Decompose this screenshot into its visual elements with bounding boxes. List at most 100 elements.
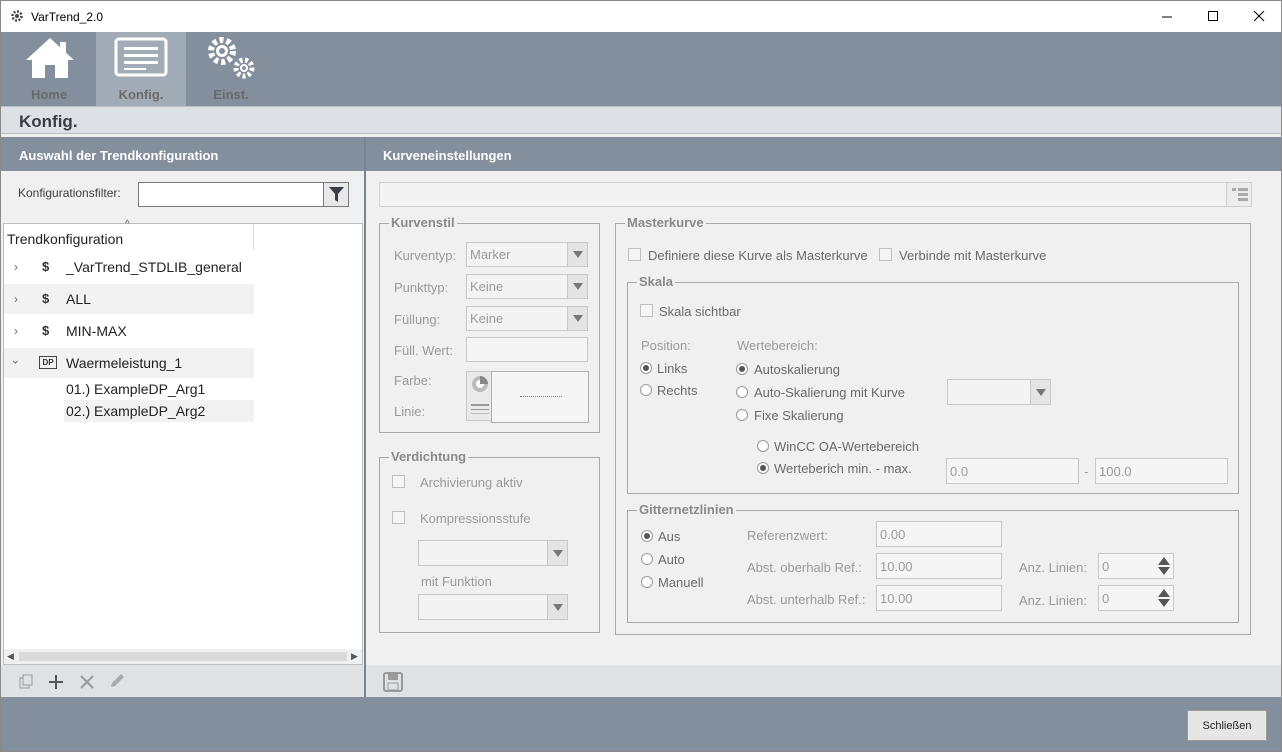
trend-config-tree[interactable]: Trendkonfiguration ^ › $ _VarTrend_STDLI…: [3, 219, 363, 665]
preview-line: [520, 396, 562, 397]
maximize-button[interactable]: [1190, 1, 1236, 32]
chevron-right-icon[interactable]: ›: [14, 324, 18, 338]
kompression-checkbox[interactable]: [392, 511, 405, 524]
close-button[interactable]: Schließen: [1187, 710, 1267, 741]
minmax-label: Werteberich min. - max.: [774, 461, 912, 476]
fuellung-label: Füllung:: [394, 312, 441, 327]
nav-home[interactable]: Home: [4, 32, 94, 106]
verdichtung-title: Verdichtung: [389, 449, 469, 464]
manuell-label: Manuell: [658, 575, 704, 590]
sort-caret-icon[interactable]: ^: [125, 219, 130, 230]
kompression-select[interactable]: [418, 540, 568, 566]
archivierung-checkbox[interactable]: [392, 475, 405, 488]
tree-item[interactable]: › $ _VarTrend_STDLIB_general: [4, 252, 254, 282]
connect-master-checkbox[interactable]: [879, 248, 892, 261]
anz-linien-stepper-2[interactable]: 0: [1098, 585, 1174, 611]
skala-visible-checkbox[interactable]: [640, 304, 653, 317]
minmax-radio[interactable]: [757, 462, 769, 474]
delete-icon[interactable]: [79, 674, 95, 690]
chevron-down-icon[interactable]: ›: [9, 360, 23, 364]
spin-arrows-icon[interactable]: [1157, 588, 1171, 608]
curve-selector-field[interactable]: [379, 182, 1251, 207]
tree-item[interactable]: › DP Waermeleistung_1: [4, 348, 254, 378]
above-input[interactable]: 10.00: [876, 553, 1002, 579]
nav-konfig[interactable]: Konfig.: [96, 32, 186, 106]
fixe-skalierung-radio[interactable]: [736, 409, 748, 421]
page-header: Konfig.: [1, 106, 1281, 134]
funktion-select[interactable]: [418, 594, 568, 620]
gitter-title: Gitternetzlinien: [637, 502, 736, 517]
manuell-radio[interactable]: [641, 576, 653, 588]
right-panel-header: Kurveneinstellungen: [366, 137, 1281, 171]
save-icon[interactable]: [383, 672, 403, 692]
kurvenstil-title: Kurvenstil: [389, 215, 457, 230]
masterkurve-title: Masterkurve: [625, 215, 706, 230]
auto-kurve-select[interactable]: [947, 379, 1051, 405]
below-input[interactable]: 10.00: [876, 585, 1002, 611]
anz-linien-stepper-1[interactable]: 0: [1098, 553, 1174, 579]
tree-child-label: 02.) ExampleDP_Arg2: [66, 403, 206, 419]
referenzwert-input[interactable]: 0.00: [876, 521, 1002, 547]
fuell-wert-input[interactable]: [466, 337, 588, 362]
min-input[interactable]: 0.0: [946, 458, 1079, 484]
max-input[interactable]: 100.0: [1095, 458, 1228, 484]
copy-icon[interactable]: [18, 674, 34, 690]
tree-child-item[interactable]: 01.) ExampleDP_Arg1: [64, 378, 254, 400]
script-dollar-icon: $: [42, 259, 50, 274]
settings-gears-icon: [208, 37, 255, 79]
referenzwert-label: Referenzwert:: [747, 528, 828, 543]
define-master-checkbox[interactable]: [628, 248, 641, 261]
aus-label: Aus: [658, 529, 681, 544]
kompression-label: Kompressionsstufe: [420, 511, 531, 526]
chevron-down-icon: [567, 243, 587, 266]
line-style-icon[interactable]: [470, 402, 490, 416]
filter-button[interactable]: [323, 182, 349, 207]
style-buttons: [466, 371, 492, 421]
minimize-button[interactable]: [1144, 1, 1190, 32]
script-dollar-icon: $: [42, 291, 50, 306]
spin-arrows-icon[interactable]: [1157, 556, 1171, 576]
fuellung-select[interactable]: Keine: [466, 306, 588, 331]
mit-funktion-label: mit Funktion: [421, 574, 492, 589]
close-window-button[interactable]: [1236, 1, 1281, 32]
color-wheel-icon[interactable]: [470, 374, 490, 394]
nav-einst[interactable]: Einst.: [186, 32, 276, 106]
scroll-thumb[interactable]: [19, 652, 347, 661]
wincc-radio[interactable]: [757, 440, 769, 452]
left-toolbar: [1, 665, 364, 697]
curve-selector-button[interactable]: [1226, 182, 1252, 207]
auto-kurve-radio[interactable]: [736, 386, 748, 398]
tree-item[interactable]: › $ ALL: [4, 284, 254, 314]
title-bar: VarTrend_2.0: [1, 1, 1281, 32]
tree-child-item[interactable]: 02.) ExampleDP_Arg2: [64, 400, 254, 422]
punkttyp-select[interactable]: Keine: [466, 274, 588, 299]
tree-item-label: ALL: [66, 291, 91, 307]
scroll-right-icon[interactable]: ▶: [351, 651, 358, 662]
kurventyp-label: Kurventyp:: [394, 248, 457, 263]
column-divider: [253, 224, 254, 250]
filter-input[interactable]: [138, 182, 324, 207]
links-label: Links: [657, 361, 688, 376]
scroll-left-icon[interactable]: ◀: [7, 651, 14, 662]
datapoint-icon: DP: [39, 356, 57, 369]
curve-preview: [491, 371, 589, 423]
aus-radio[interactable]: [641, 530, 653, 542]
chevron-right-icon[interactable]: ›: [14, 260, 18, 274]
kurventyp-select[interactable]: Marker: [466, 242, 588, 267]
nav-home-label: Home: [30, 87, 68, 102]
tree-item[interactable]: › $ MIN-MAX: [4, 316, 254, 346]
auto-label: Auto: [658, 552, 685, 567]
rechts-radio[interactable]: [640, 384, 652, 396]
edit-pencil-icon[interactable]: [108, 672, 126, 690]
autoskalierung-radio[interactable]: [736, 363, 748, 375]
left-panel-header: Auswahl der Trendkonfiguration: [1, 137, 364, 171]
add-icon[interactable]: [48, 674, 64, 690]
auto-kurve-label: Auto-Skalierung mit Kurve: [754, 385, 906, 400]
horizontal-scrollbar[interactable]: ◀ ▶: [4, 649, 362, 664]
auto-radio[interactable]: [641, 553, 653, 565]
tree-list-icon: [1232, 188, 1248, 201]
links-radio[interactable]: [640, 362, 652, 374]
wincc-label: WinCC OA-Wertebereich: [774, 439, 919, 454]
tree-item-label: MIN-MAX: [66, 323, 127, 339]
chevron-right-icon[interactable]: ›: [14, 292, 18, 306]
